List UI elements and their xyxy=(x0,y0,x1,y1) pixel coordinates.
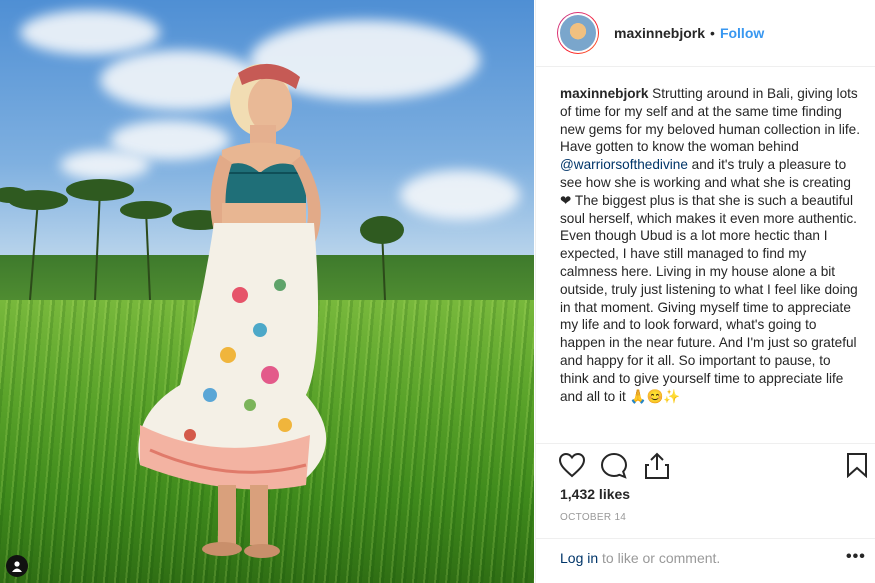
comment-icon[interactable] xyxy=(600,452,628,480)
heart-icon[interactable] xyxy=(558,452,586,478)
avatar-image xyxy=(558,13,598,53)
post-photo[interactable] xyxy=(0,0,534,583)
post-sidebar: maxinnebjork • Follow maxinnebjork Strut… xyxy=(535,0,875,583)
divider xyxy=(536,443,875,444)
post-date[interactable]: OCTOBER 14 xyxy=(560,512,626,523)
header-separator: • xyxy=(710,25,715,41)
share-icon[interactable] xyxy=(644,452,670,480)
post-caption: maxinnebjork Strutting around in Bali, g… xyxy=(560,85,860,443)
more-options-button[interactable]: ••• xyxy=(846,548,866,566)
photo-cloud xyxy=(20,10,160,55)
caption-text-2: and it's truly a pleasure to see how she… xyxy=(560,157,858,404)
follow-button[interactable]: Follow xyxy=(720,25,764,41)
header-username[interactable]: maxinnebjork xyxy=(614,25,705,41)
woman-figure xyxy=(138,63,327,558)
likes-count[interactable]: 1,432 likes xyxy=(560,486,630,502)
action-bar xyxy=(536,450,875,484)
login-link[interactable]: Log in xyxy=(560,550,598,566)
avatar[interactable] xyxy=(557,12,599,54)
divider xyxy=(536,538,875,539)
caption-username[interactable]: maxinnebjork xyxy=(560,86,648,101)
bookmark-icon[interactable] xyxy=(846,452,868,478)
caption-mention[interactable]: @warriorsofthedivine xyxy=(560,157,688,172)
login-prompt: Log in to like or comment. xyxy=(560,550,720,566)
login-prompt-text: to like or comment. xyxy=(598,550,721,566)
user-tag-button[interactable] xyxy=(6,555,28,577)
user-tag-icon xyxy=(12,561,22,572)
post-header: maxinnebjork • Follow xyxy=(536,0,875,67)
